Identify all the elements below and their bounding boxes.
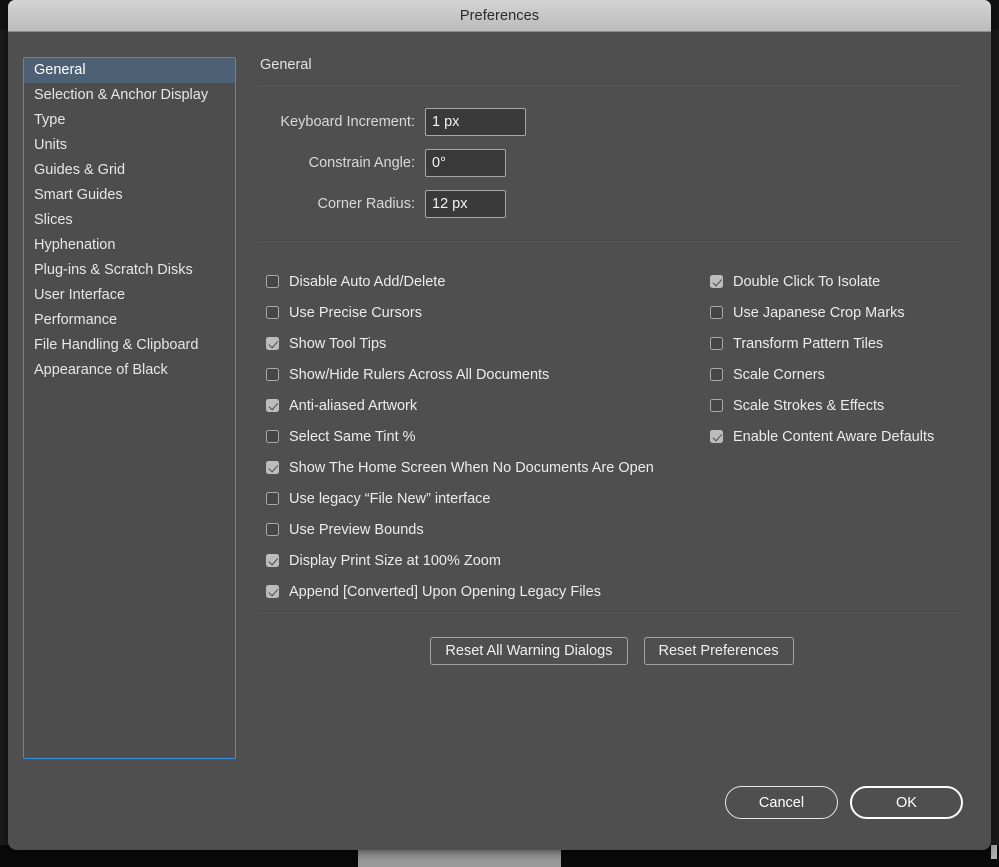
sidebar-item-smart-guides[interactable]: Smart Guides bbox=[24, 183, 235, 208]
checkbox-column-left: Disable Auto Add/Delete Use Precise Curso… bbox=[266, 266, 706, 607]
cancel-button[interactable]: Cancel bbox=[725, 786, 838, 819]
checkmark-icon bbox=[266, 337, 279, 350]
fields-divider bbox=[260, 240, 960, 242]
reset-preferences-button[interactable]: Reset Preferences bbox=[643, 637, 794, 665]
sidebar-item-selection-anchor-display[interactable]: Selection & Anchor Display bbox=[24, 83, 235, 108]
checkbox-use-japanese-crop-marks[interactable]: Use Japanese Crop Marks bbox=[710, 297, 970, 328]
sidebar-item-performance[interactable]: Performance bbox=[24, 308, 235, 333]
checkbox-disable-auto-add-delete[interactable]: Disable Auto Add/Delete bbox=[266, 266, 706, 297]
field-label: Keyboard Increment: bbox=[280, 114, 415, 130]
checkbox-label: Show The Home Screen When No Documents A… bbox=[289, 459, 654, 476]
checkbox-label: Use Precise Cursors bbox=[289, 304, 422, 321]
checkbox-display-print-size-at-100-zoom[interactable]: Display Print Size at 100% Zoom bbox=[266, 545, 706, 576]
checkbox-double-click-to-isolate[interactable]: Double Click To Isolate bbox=[710, 266, 970, 297]
checkmark-icon bbox=[266, 585, 279, 598]
reset-divider bbox=[260, 611, 960, 613]
checkmark-icon bbox=[266, 461, 279, 474]
checkbox-append-converted-upon-opening-legacy-files[interactable]: Append [Converted] Upon Opening Legacy F… bbox=[266, 576, 706, 607]
checkmark-icon bbox=[266, 554, 279, 567]
checkbox-show-the-home-screen-when-no-documents-are-open[interactable]: Show The Home Screen When No Documents A… bbox=[266, 452, 706, 483]
checkbox-enable-content-aware-defaults[interactable]: Enable Content Aware Defaults bbox=[710, 421, 970, 452]
checkbox-empty-icon bbox=[266, 306, 279, 319]
checkbox-label: Use Preview Bounds bbox=[289, 521, 424, 538]
checkbox-group: Disable Auto Add/Delete Use Precise Curso… bbox=[260, 260, 964, 605]
checkbox-label: Show/Hide Rulers Across All Documents bbox=[289, 366, 550, 383]
checkbox-label: Display Print Size at 100% Zoom bbox=[289, 552, 501, 569]
sidebar-item-user-interface[interactable]: User Interface bbox=[24, 283, 235, 308]
category-sidebar[interactable]: General Selection & Anchor Display Type Uni… bbox=[23, 57, 236, 759]
panel-title-divider bbox=[260, 84, 960, 86]
checkmark-icon bbox=[266, 399, 279, 412]
checkmark-icon bbox=[710, 430, 723, 443]
reset-all-warning-dialogs-button[interactable]: Reset All Warning Dialogs bbox=[430, 637, 628, 665]
reset-buttons-row: Reset All Warning Dialogs Reset Preferenc… bbox=[260, 637, 964, 665]
checkbox-empty-icon bbox=[710, 306, 723, 319]
checkbox-scale-strokes-effects[interactable]: Scale Strokes & Effects bbox=[710, 390, 970, 421]
checkbox-anti-aliased-artwork[interactable]: Anti-aliased Artwork bbox=[266, 390, 706, 421]
checkbox-label: Enable Content Aware Defaults bbox=[733, 428, 935, 445]
dialog-footer: Cancel OK bbox=[725, 786, 963, 819]
sidebar-item-guides-grid[interactable]: Guides & Grid bbox=[24, 158, 235, 183]
checkbox-scale-corners[interactable]: Scale Corners bbox=[710, 359, 970, 390]
checkbox-show-hide-rulers-across-all-documents[interactable]: Show/Hide Rulers Across All Documents bbox=[266, 359, 706, 390]
checkbox-empty-icon bbox=[266, 430, 279, 443]
checkbox-label: Use legacy “File New” interface bbox=[289, 490, 491, 507]
field-row: Corner Radius: bbox=[260, 190, 964, 218]
checkbox-label: Anti-aliased Artwork bbox=[289, 397, 418, 414]
checkbox-use-preview-bounds[interactable]: Use Preview Bounds bbox=[266, 514, 706, 545]
field-input-constrain-angle[interactable] bbox=[425, 149, 506, 177]
sidebar-item-plug-ins-scratch-disks[interactable]: Plug-ins & Scratch Disks bbox=[24, 258, 235, 283]
settings-panel: General Keyboard Increment: Constrain Ang… bbox=[260, 57, 964, 665]
dialog-title: Preferences bbox=[459, 7, 540, 24]
checkbox-show-tool-tips[interactable]: Show Tool Tips bbox=[266, 328, 706, 359]
checkbox-empty-icon bbox=[266, 523, 279, 536]
numeric-fields-group: Keyboard Increment: Constrain Angle: Corne… bbox=[260, 108, 964, 218]
panel-title: General bbox=[260, 57, 312, 73]
field-input-corner-radius[interactable] bbox=[425, 190, 506, 218]
checkbox-empty-icon bbox=[710, 337, 723, 350]
sidebar-item-general[interactable]: General bbox=[24, 58, 235, 83]
field-row: Keyboard Increment: bbox=[260, 108, 964, 136]
checkbox-label: Scale Corners bbox=[733, 366, 825, 383]
sidebar-item-file-handling-clipboard[interactable]: File Handling & Clipboard bbox=[24, 333, 235, 358]
checkbox-label: Use Japanese Crop Marks bbox=[733, 304, 905, 321]
screen: Preferences General Selection & Anchor Di… bbox=[0, 0, 999, 867]
checkbox-empty-icon bbox=[710, 399, 723, 412]
scrollbar-tick bbox=[991, 845, 997, 859]
sidebar-item-type[interactable]: Type bbox=[24, 108, 235, 133]
checkbox-transform-pattern-tiles[interactable]: Transform Pattern Tiles bbox=[710, 328, 970, 359]
preferences-dialog: Preferences General Selection & Anchor Di… bbox=[8, 0, 991, 850]
checkbox-label: Show Tool Tips bbox=[289, 335, 387, 352]
sidebar-item-units[interactable]: Units bbox=[24, 133, 235, 158]
checkbox-empty-icon bbox=[710, 368, 723, 381]
checkbox-label: Double Click To Isolate bbox=[733, 273, 881, 290]
checkbox-empty-icon bbox=[266, 368, 279, 381]
field-label: Constrain Angle: bbox=[308, 155, 415, 171]
checkbox-label: Append [Converted] Upon Opening Legacy F… bbox=[289, 583, 601, 600]
checkbox-label: Scale Strokes & Effects bbox=[733, 397, 885, 414]
checkbox-empty-icon bbox=[266, 492, 279, 505]
checkbox-label: Disable Auto Add/Delete bbox=[289, 273, 446, 290]
field-label: Corner Radius: bbox=[317, 196, 415, 212]
checkbox-select-same-tint[interactable]: Select Same Tint % bbox=[266, 421, 706, 452]
dock-strip bbox=[358, 847, 561, 867]
field-row: Constrain Angle: bbox=[260, 149, 964, 177]
checkbox-empty-icon bbox=[266, 275, 279, 288]
ok-button[interactable]: OK bbox=[850, 786, 963, 819]
checkbox-use-precise-cursors[interactable]: Use Precise Cursors bbox=[266, 297, 706, 328]
checkbox-column-right: Double Click To Isolate Use Japanese Crop… bbox=[710, 266, 970, 452]
checkbox-use-legacy-file-new-interface[interactable]: Use legacy “File New” interface bbox=[266, 483, 706, 514]
sidebar-item-appearance-of-black[interactable]: Appearance of Black bbox=[24, 358, 235, 383]
sidebar-item-slices[interactable]: Slices bbox=[24, 208, 235, 233]
checkbox-label: Transform Pattern Tiles bbox=[733, 335, 884, 352]
dialog-body: General Selection & Anchor Display Type Uni… bbox=[8, 32, 991, 850]
dialog-titlebar: Preferences bbox=[8, 0, 991, 32]
desktop-backdrop-right bbox=[991, 30, 999, 867]
checkbox-label: Select Same Tint % bbox=[289, 428, 416, 445]
checkmark-icon bbox=[710, 275, 723, 288]
field-input-keyboard-increment[interactable] bbox=[425, 108, 526, 136]
sidebar-item-hyphenation[interactable]: Hyphenation bbox=[24, 233, 235, 258]
